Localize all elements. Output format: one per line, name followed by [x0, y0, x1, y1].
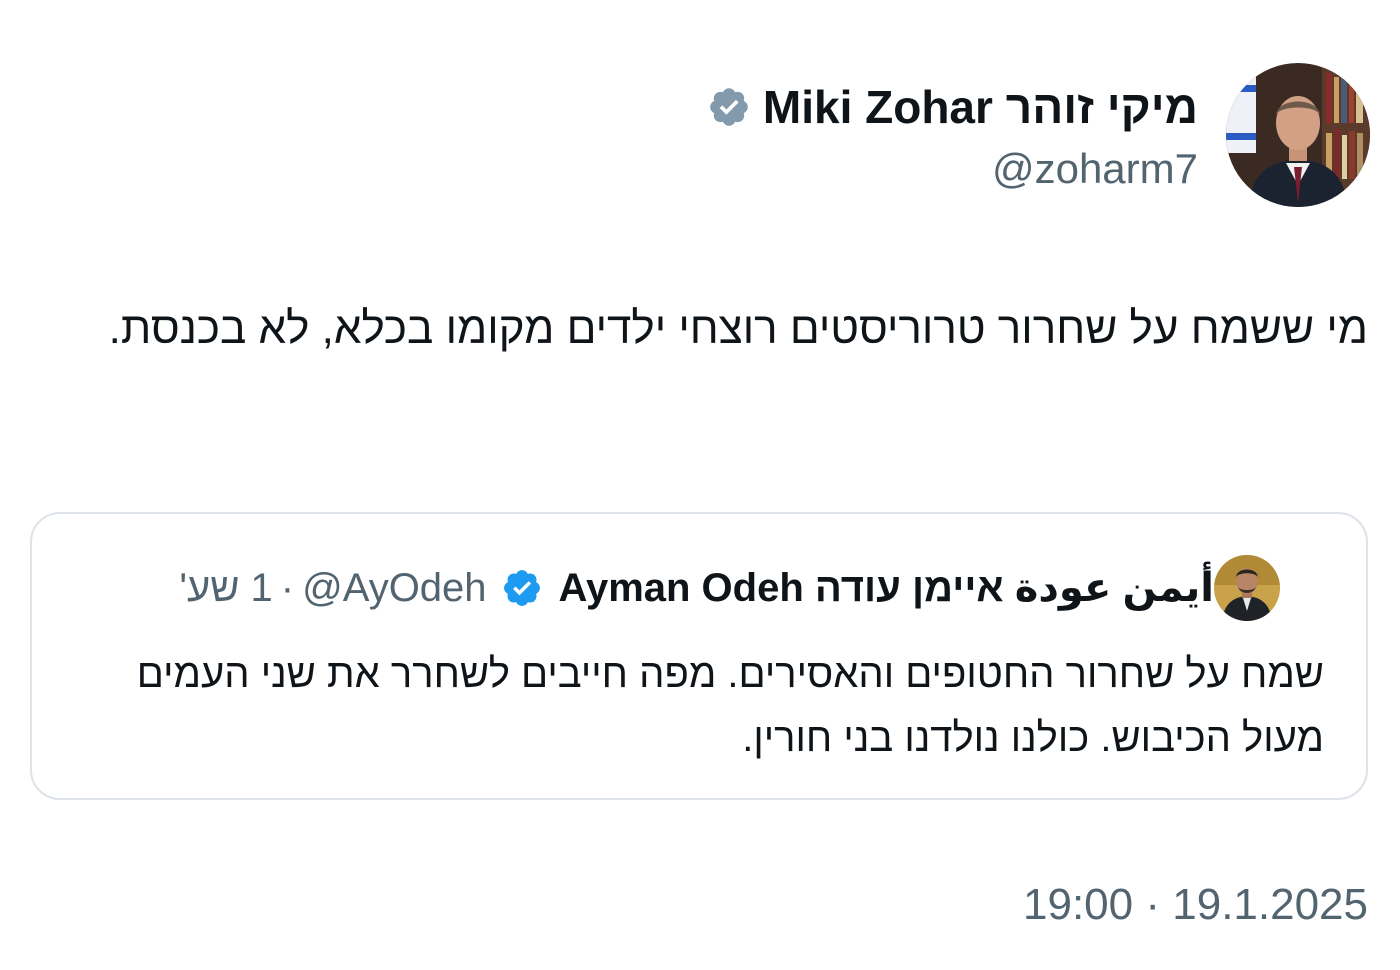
gray-verified-icon[interactable]	[707, 85, 751, 129]
quoted-tweet-card[interactable]: 1 שע' · @AyOdeh Ayman Odeh أيمن عودة איי…	[30, 512, 1368, 800]
author-name-row: מיקי זוהר Miki Zohar	[707, 77, 1198, 137]
quoted-tweet-time[interactable]: 1 שע'	[179, 566, 272, 611]
tweet-page: מיקי זוהר Miki Zohar @zoharm7 מי ששמח על…	[0, 0, 1400, 970]
avatar-image	[1226, 63, 1370, 207]
author-avatar[interactable]	[1226, 63, 1370, 207]
quoted-tweet-text: שמח על שחרור החטופים והאסירים. מפה חייבי…	[136, 652, 1324, 760]
timestamp-separator: ·	[1145, 880, 1161, 929]
timestamp-time: 19:00	[1023, 880, 1134, 929]
quoted-tweet-handle[interactable]: @AyOdeh	[302, 566, 486, 611]
author-display-name[interactable]: מיקי זוהר Miki Zohar	[763, 80, 1198, 134]
tweet-timestamp[interactable]: 19:00 · 19.1.2025	[1023, 880, 1368, 930]
author-names: מיקי זוהר Miki Zohar @zoharm7	[707, 77, 1198, 193]
author-handle[interactable]: @zoharm7	[992, 145, 1198, 193]
tweet-text: מי ששמח על שחרור טרוריסטים רוצחי ילדים מ…	[108, 304, 1368, 353]
quoted-avatar-image	[1214, 555, 1280, 621]
quoted-tweet-display-name[interactable]: Ayman Odeh أيمن عودة איימן עודה	[559, 565, 1214, 611]
quoted-tweet-header: 1 שע' · @AyOdeh Ayman Odeh أيمن عودة איי…	[179, 554, 1294, 622]
timestamp-date: 19.1.2025	[1172, 880, 1368, 929]
blue-verified-icon	[503, 570, 540, 606]
quoted-tweet-separator: ·	[280, 565, 295, 610]
quoted-tweet-avatar[interactable]	[1214, 555, 1280, 621]
tweet-author: מיקי זוהר Miki Zohar @zoharm7	[707, 62, 1370, 208]
